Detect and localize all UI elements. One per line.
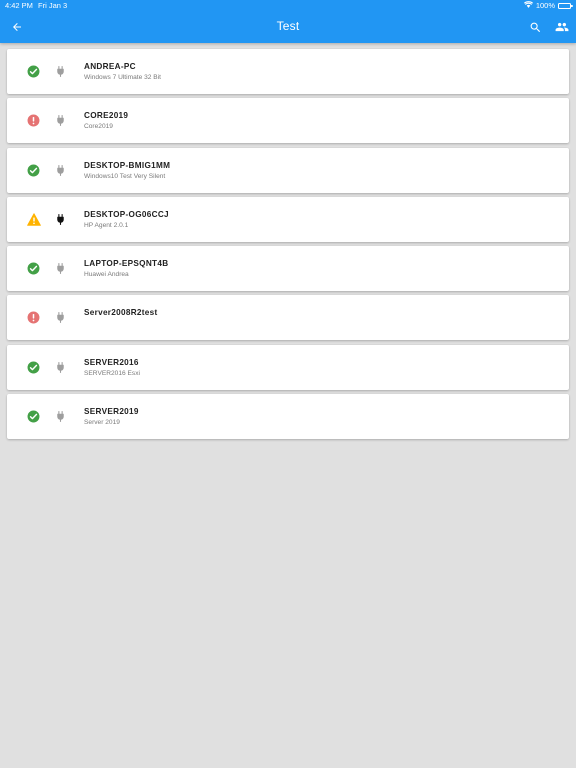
- device-card[interactable]: CORE2019 Core2019: [7, 98, 569, 144]
- plug-icon: [54, 410, 67, 423]
- device-name: Server2008R2test: [84, 308, 158, 318]
- device-card[interactable]: LAPTOP-EPSQNT4B Huawei Andrea: [7, 246, 569, 292]
- device-card[interactable]: ANDREA-PC Windows 7 Ultimate 32 Bit: [7, 49, 569, 94]
- status-bar: 4:42 PM Fri Jan 3 100%: [0, 0, 576, 12]
- check-circle-icon: [27, 65, 40, 78]
- device-name: SERVER2016: [84, 357, 139, 367]
- plug-icon: [54, 361, 67, 374]
- device-description: Core2019: [84, 123, 113, 131]
- device-list: ANDREA-PC Windows 7 Ultimate 32 Bit CORE…: [7, 49, 569, 443]
- plug-icon: [54, 311, 67, 324]
- plug-icon: [54, 65, 67, 78]
- check-circle-icon: [27, 361, 40, 374]
- device-description: Windows10 Test Very Silent: [84, 172, 166, 180]
- device-name: CORE2019: [84, 111, 129, 121]
- people-icon: [555, 22, 569, 32]
- plug-icon: [54, 114, 67, 127]
- plug-icon: [54, 262, 67, 275]
- check-circle-icon: [27, 410, 40, 423]
- plug-icon: [54, 164, 67, 177]
- status-right: 100%: [523, 0, 573, 12]
- check-circle-icon: [27, 164, 40, 177]
- people-button[interactable]: [551, 16, 573, 38]
- device-name: DESKTOP-BMIG1MM: [84, 160, 171, 170]
- check-circle-icon: [27, 262, 40, 275]
- wifi-icon: [523, 0, 533, 12]
- app-bar: 4:42 PM Fri Jan 3 100% Test: [0, 0, 576, 43]
- warning-triangle-icon: [27, 213, 41, 226]
- device-description: Server 2019: [84, 419, 120, 427]
- device-card[interactable]: DESKTOP-BMIG1MM Windows10 Test Very Sile…: [7, 147, 569, 193]
- device-description: Windows 7 Ultimate 32 Bit: [84, 74, 161, 81]
- device-description: SERVER2016 Esxi: [84, 369, 140, 377]
- search-icon: [530, 22, 540, 32]
- toolbar: Test: [0, 12, 576, 43]
- device-card[interactable]: SERVER2016 SERVER2016 Esxi: [7, 344, 569, 390]
- device-name: ANDREA-PC: [84, 62, 136, 71]
- device-name: LAPTOP-EPSQNT4B: [84, 259, 169, 269]
- device-name: SERVER2019: [84, 407, 139, 417]
- device-card[interactable]: SERVER2019 Server 2019: [7, 394, 569, 440]
- error-circle-icon: [27, 114, 40, 127]
- error-circle-icon: [27, 311, 40, 324]
- device-description: HP Agent 2.0.1: [84, 221, 129, 229]
- battery-percent: 100%: [535, 1, 555, 10]
- status-date: Fri Jan 3: [38, 1, 68, 10]
- battery-icon: [558, 3, 573, 9]
- device-card[interactable]: DESKTOP-OG06CCJ HP Agent 2.0.1: [7, 196, 569, 242]
- device-name: DESKTOP-OG06CCJ: [84, 209, 169, 219]
- device-description: Huawei Andrea: [84, 271, 129, 279]
- page-title: Test: [276, 19, 300, 33]
- plug-icon: [54, 213, 67, 226]
- status-time: 4:42 PM: [5, 1, 33, 10]
- device-card[interactable]: Server2008R2test: [7, 295, 569, 341]
- search-button[interactable]: [524, 16, 546, 38]
